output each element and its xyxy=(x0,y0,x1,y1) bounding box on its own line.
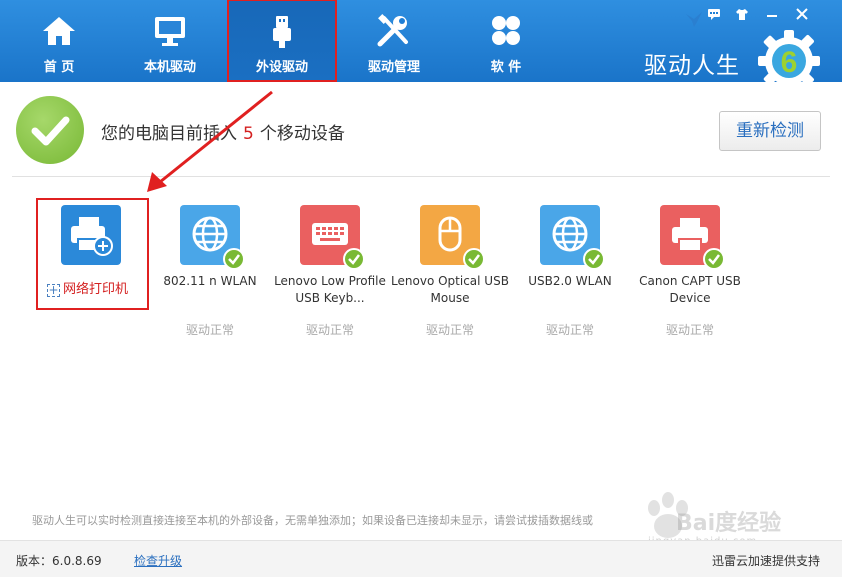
brand-gear-logo: 6 xyxy=(758,30,820,92)
status-check-icon xyxy=(16,96,84,164)
thunder-bird-icon xyxy=(686,12,702,27)
device-item[interactable]: 802.11 n WLAN 驱动正常 xyxy=(150,205,270,338)
hint-text: 驱动人生可以实时检测直接连接至本机的外部设备，无需单独添加；如果设备已连接却未显… xyxy=(32,514,593,527)
device-item[interactable]: USB2.0 WLAN 驱动正常 xyxy=(510,205,630,338)
monitor-icon xyxy=(155,17,185,46)
check-badge-icon xyxy=(703,248,725,270)
device-status: 驱动正常 xyxy=(305,323,354,337)
nav-peripheral-drivers[interactable]: 外设驱动 xyxy=(227,0,337,82)
nav-label: 本机驱动 xyxy=(143,60,196,75)
check-badge-icon xyxy=(583,248,605,270)
add-printer-label: 网络打印机 xyxy=(63,282,129,297)
nav-driver-management[interactable]: 驱动管理 xyxy=(339,0,449,82)
footer-bar: 版本：6.0.8.69 检查升级 迅雷云加速提供支持 xyxy=(0,540,842,577)
brand-name: 驱动人生 xyxy=(644,53,740,79)
nav-label: 外设驱动 xyxy=(255,60,308,75)
printer-icon xyxy=(660,205,725,270)
minimize-icon[interactable] xyxy=(764,6,780,22)
status-prefix: 您的电脑目前插入 xyxy=(101,124,237,144)
device-name: 802.11 n WLAN xyxy=(163,274,257,288)
watermark-logo: Bai度经验 xyxy=(676,511,782,536)
keyboard-icon xyxy=(300,205,365,270)
brand-version-badge: 6 xyxy=(781,46,798,79)
apps-icon xyxy=(492,16,520,45)
tools-icon xyxy=(377,14,408,47)
device-item[interactable]: Lenovo Optical USB Mouse 驱动正常 xyxy=(390,205,510,338)
usb-icon xyxy=(273,16,291,48)
check-badge-icon xyxy=(463,248,485,270)
device-name: Lenovo Optical USB Mouse xyxy=(391,274,509,305)
nav-label: 软 件 xyxy=(490,60,522,75)
device-count: 5 xyxy=(243,124,254,144)
version-label: 版本：6.0.8.69 xyxy=(16,554,102,568)
skin-icon[interactable] xyxy=(734,6,750,22)
nav-label: 驱动管理 xyxy=(367,60,420,75)
add-network-printer[interactable]: + 网络打印机 xyxy=(36,198,149,310)
home-icon xyxy=(43,17,75,45)
status-message: 您的电脑目前插入 5 个移动设备 xyxy=(101,119,345,144)
globe-icon xyxy=(180,205,245,270)
device-status: 驱动正常 xyxy=(665,323,714,337)
nav-software[interactable]: 软 件 xyxy=(451,0,561,82)
check-badge-icon xyxy=(223,248,245,270)
device-status: 驱动正常 xyxy=(545,323,594,337)
nav-local-drivers[interactable]: 本机驱动 xyxy=(115,0,225,82)
printer-add-icon xyxy=(61,205,121,265)
sponsor-text: 迅雷云加速提供支持 xyxy=(711,554,820,568)
nav-home[interactable]: 首 页 xyxy=(4,0,114,82)
device-status: 驱动正常 xyxy=(425,323,474,337)
mouse-icon xyxy=(420,205,485,270)
divider xyxy=(12,176,830,177)
header-bar: 首 页 本机驱动 外设驱动 驱动管理 软 件 驱动人生 6 xyxy=(0,0,842,92)
device-status: 驱动正常 xyxy=(185,323,234,337)
device-name: USB2.0 WLAN xyxy=(528,274,612,288)
add-printer-button[interactable]: + 网络打印机 xyxy=(47,278,129,297)
plus-icon: + xyxy=(47,283,60,297)
device-item[interactable]: Lenovo Low Profile USB Keyb... 驱动正常 xyxy=(270,205,390,338)
globe-icon xyxy=(540,205,605,270)
check-badge-icon xyxy=(343,248,365,270)
redetect-button[interactable]: 重新检测 xyxy=(719,111,821,151)
device-item[interactable]: Canon CAPT USB Device 驱动正常 xyxy=(630,205,750,338)
close-icon[interactable] xyxy=(794,6,810,22)
status-suffix: 个移动设备 xyxy=(259,124,345,144)
message-icon[interactable] xyxy=(706,6,722,22)
device-name: Lenovo Low Profile USB Keyb... xyxy=(274,274,386,305)
nav-label: 首 页 xyxy=(43,60,75,75)
device-name: Canon CAPT USB Device xyxy=(639,274,741,305)
check-upgrade-link[interactable]: 检查升级 xyxy=(134,552,182,569)
